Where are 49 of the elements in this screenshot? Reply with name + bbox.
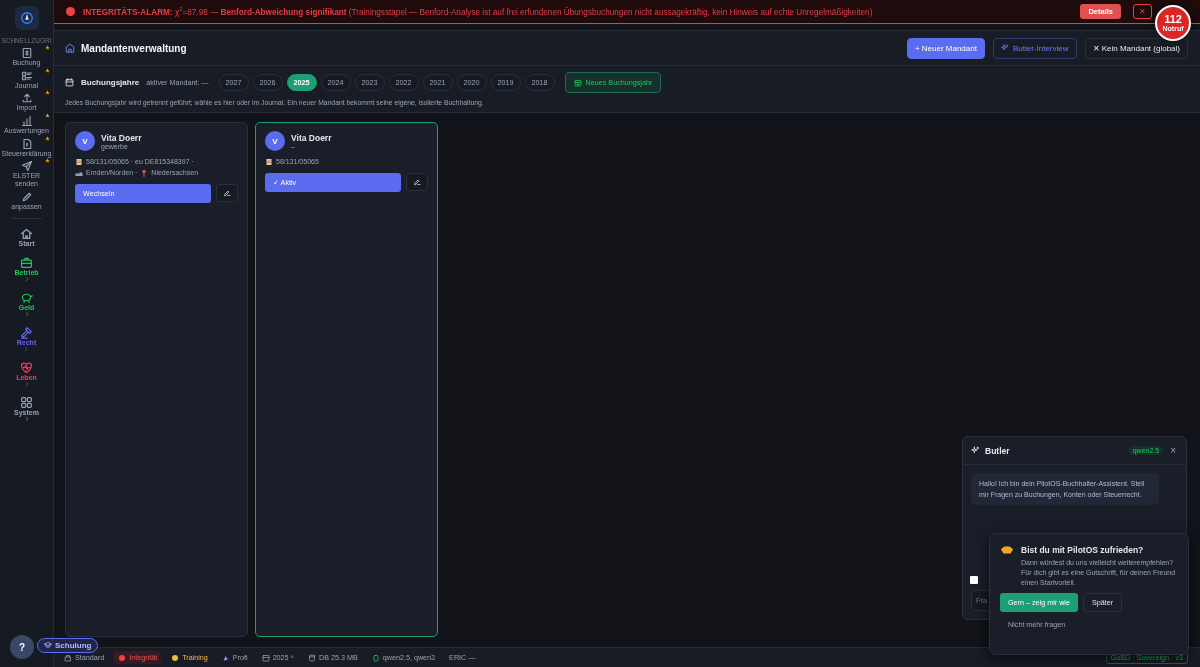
clipboard-icon [75,158,83,167]
edit-icon [223,188,231,197]
house-icon [20,226,33,240]
heart-pulse-icon [20,360,33,374]
client-name: Vita Doerr [101,132,142,143]
edit-button[interactable] [216,183,238,202]
chip-icon [371,653,380,662]
app-logo[interactable] [14,6,39,30]
client-name: Vita Doerr [291,132,332,143]
section-title: Buchungsjahre [81,78,140,87]
checkbox[interactable] [970,576,978,584]
database-icon [308,653,316,662]
gavel-icon [20,325,33,339]
header-button[interactable]: + Neuer Mandant [906,37,985,59]
building-icon [65,43,75,53]
header-button[interactable]: Butler-Interview [992,37,1077,59]
popup-title: Bist du mit PilotOS zufrieden? [1021,545,1145,555]
edit-button[interactable] [406,172,428,191]
clipboard-icon [265,158,273,167]
alarm-message: INTEGRITÄTS-ALARM: χ$^{2}$=87.98 — Benford-Abweichung signifikant (Trainingsstapel — Benford-Analyse ist auf frei erfundenen Übungsbuchungen nicht aussagekräftig, kein Hinweis auf echte Unregelmäßigkeiten) [83,6,874,17]
grid-icon [20,395,33,409]
graduation-cap-icon [44,641,52,649]
calendar-icon [261,653,270,662]
sparkle-icon [1000,44,1009,52]
close-button[interactable]: ✕ [1133,4,1152,19]
page-title: Mandantenverwaltung [81,42,188,54]
status-dot [118,653,127,662]
panel-title: Butler [985,445,1011,456]
avatar: V [75,131,95,151]
upload-icon [20,92,33,105]
paper-plane-icon [20,160,33,173]
bar-chart-icon [20,115,33,128]
sparkle-icon [971,446,980,455]
edit-icon [413,177,421,186]
factory-icon [75,169,83,178]
document-icon [20,47,33,59]
pin-icon [140,169,149,178]
briefcase-icon [20,255,33,269]
calendar-icon [573,78,582,87]
close-button[interactable]: × [1168,445,1178,456]
lock-icon [64,653,72,662]
pencil-icon [20,190,33,203]
training-badge[interactable]: Schulung [37,637,99,653]
alert-dot [66,7,75,16]
document-icon [20,137,33,150]
status-dot [171,653,180,662]
list-icon [20,69,33,82]
avatar: V [265,131,285,151]
calendar-icon [65,78,74,87]
